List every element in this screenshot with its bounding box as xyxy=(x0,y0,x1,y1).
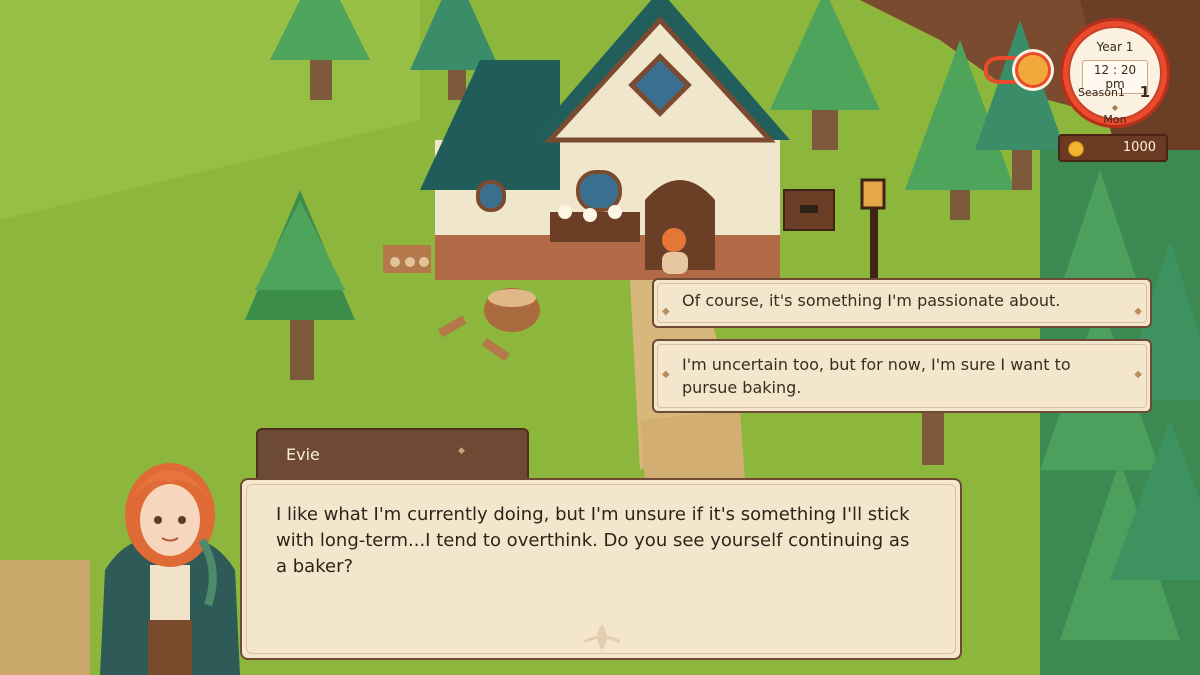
dialogue-choice-2[interactable]: I'm uncertain too, but for now, I'm sure… xyxy=(652,339,1152,413)
diamond-ornament-icon: ◆ xyxy=(458,446,465,456)
dialogue-box[interactable]: I like what I'm currently doing, but I'm… xyxy=(240,478,962,660)
year-label: Year 1 xyxy=(1096,40,1134,54)
weekday-label: Mon xyxy=(1103,113,1127,126)
diamond-ornament-icon: ◆ xyxy=(1134,306,1142,317)
flourish-ornament-icon xyxy=(583,624,621,650)
dialogue-text: I like what I'm currently doing, but I'm… xyxy=(276,504,910,577)
evie-portrait xyxy=(100,463,240,675)
day-separator: ◆ xyxy=(1111,103,1119,112)
season-day-number: 1 xyxy=(1139,83,1150,101)
money-counter: 1000 xyxy=(1058,134,1168,162)
gold-coin-icon xyxy=(1068,141,1084,157)
clock-face: Year 1 12 : 20 pm Season1 1 ◆ Mon xyxy=(1068,26,1162,126)
diamond-ornament-icon: ◆ xyxy=(1134,369,1142,380)
money-value: 1000 xyxy=(1122,140,1156,155)
choice-text: Of course, it's something I'm passionate… xyxy=(682,291,1061,310)
speaker-name: Evie xyxy=(286,445,320,464)
diamond-ornament-icon: ◆ xyxy=(662,306,670,317)
choice-text: I'm uncertain too, but for now, I'm sure… xyxy=(682,355,1071,397)
speaker-name-tab: Evie ◆ xyxy=(256,428,529,478)
sun-weather-icon xyxy=(1018,55,1048,85)
date-time-clock: Year 1 12 : 20 pm Season1 1 ◆ Mon xyxy=(1060,18,1170,128)
season-label: Season1 xyxy=(1078,86,1125,99)
dialogue-choice-1[interactable]: Of course, it's something I'm passionate… xyxy=(652,278,1152,328)
diamond-ornament-icon: ◆ xyxy=(662,369,670,380)
